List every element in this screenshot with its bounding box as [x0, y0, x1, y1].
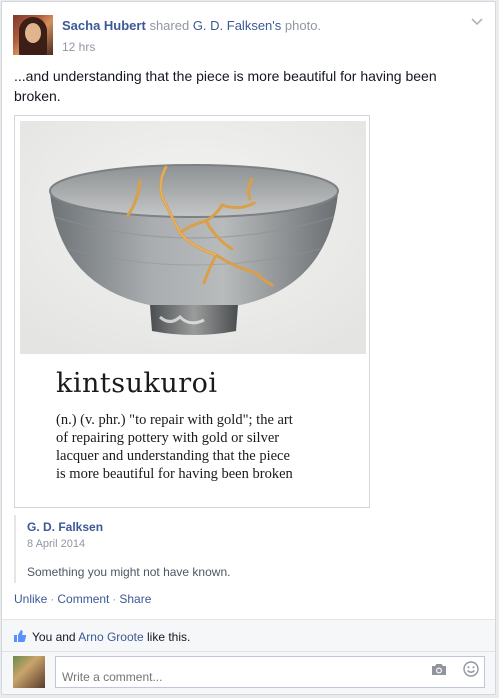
- author-avatar[interactable]: [13, 15, 53, 55]
- liker-name-link[interactable]: Arno Groote: [78, 630, 143, 644]
- likes-summary: You and Arno Groote like this.: [2, 619, 495, 651]
- author-name-link[interactable]: Sacha Hubert: [62, 18, 146, 33]
- post-text: ...and understanding that the piece is m…: [14, 68, 437, 104]
- camera-icon[interactable]: [431, 662, 447, 676]
- viewer-avatar[interactable]: [13, 656, 45, 688]
- action-separator: ·: [50, 592, 55, 606]
- smiley-icon[interactable]: [463, 661, 479, 677]
- post-actions: Unlike · Comment · Share: [14, 592, 151, 606]
- unlike-link[interactable]: Unlike: [14, 592, 47, 606]
- definition-line: (n.) (v. phr.) "to repair with gold"; th…: [56, 412, 293, 428]
- comment-composer: [2, 651, 495, 694]
- shared-attribution: G. D. Falksen 8 April 2014 Something you…: [14, 515, 486, 583]
- definition-line: of repairing pottery with gold or silver: [56, 430, 280, 446]
- shared-photo[interactable]: kintsukuroi (n.) (v. phr.) "to repair wi…: [14, 115, 370, 508]
- source-type-link[interactable]: photo.: [285, 18, 321, 33]
- action-separator: ·: [112, 592, 117, 606]
- original-author-link[interactable]: G. D. Falksen: [27, 520, 103, 534]
- comment-link[interactable]: Comment: [57, 592, 109, 606]
- definition-word: kintsukuroi: [56, 368, 218, 399]
- post-card: Sacha Hubert shared G. D. Falksen's phot…: [1, 1, 496, 695]
- shared-verb: shared: [149, 18, 190, 33]
- original-caption: Something you might not have known.: [27, 565, 231, 579]
- definition-line: lacquer and understanding that the piece: [56, 448, 290, 464]
- likes-text: You and Arno Groote like this.: [32, 630, 190, 644]
- thumbs-up-icon: [14, 630, 27, 642]
- share-link[interactable]: Share: [119, 592, 151, 606]
- likes-prefix: You and: [32, 630, 76, 644]
- definition-text: (n.) (v. phr.) "to repair with gold"; th…: [56, 411, 356, 483]
- original-date-link[interactable]: 8 April 2014: [27, 538, 85, 550]
- comment-input[interactable]: [55, 656, 485, 688]
- chevron-down-icon[interactable]: [471, 18, 483, 28]
- definition-line: is more beautiful for having been broken: [56, 466, 293, 482]
- post-header: Sacha Hubert shared G. D. Falksen's phot…: [62, 18, 321, 33]
- post-timestamp[interactable]: 12 hrs: [62, 40, 95, 54]
- kintsugi-bowl-image: [20, 121, 366, 354]
- likes-suffix: like this.: [147, 630, 191, 644]
- source-author-link[interactable]: G. D. Falksen's: [193, 18, 281, 33]
